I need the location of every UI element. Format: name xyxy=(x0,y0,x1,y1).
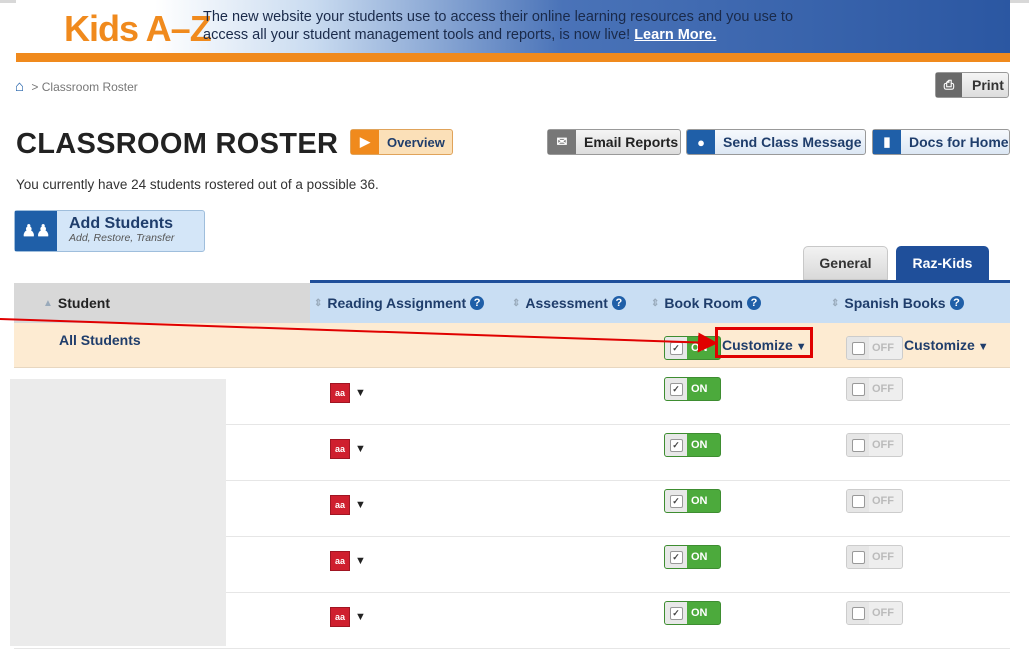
check-icon: ✓ xyxy=(669,382,683,396)
book-room-toggle[interactable]: ✓ ON xyxy=(664,601,721,625)
spanish-books-toggle[interactable]: OFF xyxy=(846,433,903,457)
toggle-state: ON xyxy=(691,439,708,451)
checkbox xyxy=(847,546,869,568)
toggle-state: ON xyxy=(691,607,708,619)
reading-level-dropdown[interactable]: aa ▼ xyxy=(330,439,366,459)
toggle-state: ON xyxy=(691,495,708,507)
toggle-state: ON xyxy=(691,383,708,395)
toggle-state: OFF xyxy=(872,607,894,619)
empty-checkbox-icon xyxy=(851,494,865,508)
book-room-toggle[interactable]: ✓ ON xyxy=(664,433,721,457)
checkbox xyxy=(847,602,869,624)
level-badge: aa xyxy=(330,383,350,403)
book-room-toggle[interactable]: ✓ ON xyxy=(664,377,721,401)
reading-level-dropdown[interactable]: aa ▼ xyxy=(330,607,366,627)
reading-level-dropdown[interactable]: aa ▼ xyxy=(330,383,366,403)
arrow-line xyxy=(0,318,718,353)
spanish-books-toggle[interactable]: OFF xyxy=(846,377,903,401)
checkbox: ✓ xyxy=(665,546,687,568)
checkbox: ✓ xyxy=(665,378,687,400)
checkbox: ✓ xyxy=(665,434,687,456)
check-icon: ✓ xyxy=(669,606,683,620)
checkbox: ✓ xyxy=(665,490,687,512)
student-names-redacted xyxy=(10,379,226,646)
checkbox: ✓ xyxy=(665,602,687,624)
checkbox xyxy=(847,490,869,512)
checkbox xyxy=(847,378,869,400)
checkbox xyxy=(847,434,869,456)
check-icon: ✓ xyxy=(669,550,683,564)
empty-checkbox-icon xyxy=(851,382,865,396)
spanish-books-toggle[interactable]: OFF xyxy=(846,545,903,569)
caret-down-icon: ▼ xyxy=(355,611,366,623)
empty-checkbox-icon xyxy=(851,606,865,620)
book-room-toggle[interactable]: ✓ ON xyxy=(664,545,721,569)
check-icon: ✓ xyxy=(669,438,683,452)
reading-level-dropdown[interactable]: aa ▼ xyxy=(330,551,366,571)
toggle-state: OFF xyxy=(872,383,894,395)
toggle-state: ON xyxy=(691,551,708,563)
caret-down-icon: ▼ xyxy=(355,387,366,399)
toggle-state: OFF xyxy=(872,439,894,451)
check-icon: ✓ xyxy=(669,494,683,508)
reading-level-dropdown[interactable]: aa ▼ xyxy=(330,495,366,515)
toggle-state: OFF xyxy=(872,495,894,507)
empty-checkbox-icon xyxy=(851,438,865,452)
spanish-books-toggle[interactable]: OFF xyxy=(846,601,903,625)
toggle-state: OFF xyxy=(872,551,894,563)
spanish-books-toggle[interactable]: OFF xyxy=(846,489,903,513)
level-badge: aa xyxy=(330,607,350,627)
caret-down-icon: ▼ xyxy=(355,499,366,511)
level-badge: aa xyxy=(330,439,350,459)
book-room-toggle[interactable]: ✓ ON xyxy=(664,489,721,513)
empty-checkbox-icon xyxy=(851,550,865,564)
level-badge: aa xyxy=(330,495,350,515)
level-badge: aa xyxy=(330,551,350,571)
caret-down-icon: ▼ xyxy=(355,443,366,455)
caret-down-icon: ▼ xyxy=(355,555,366,567)
